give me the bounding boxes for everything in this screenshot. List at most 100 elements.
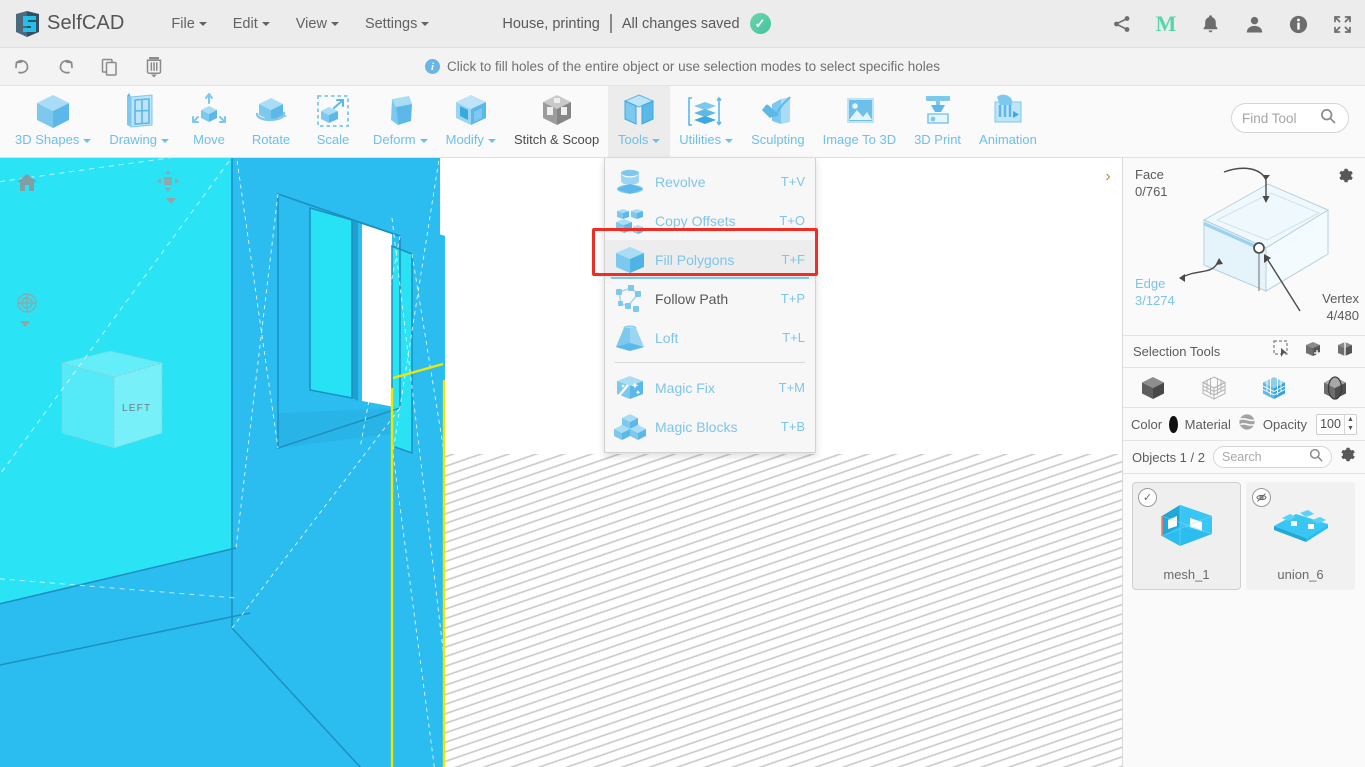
ribbon-drawing[interactable]: Drawing xyxy=(100,86,178,156)
visible-check-icon[interactable]: ✓ xyxy=(1138,488,1157,507)
follow-path-icon xyxy=(613,282,647,316)
view-cube: LEFT xyxy=(60,350,164,449)
face-count-block: Face 0/761 xyxy=(1135,166,1168,200)
find-tool-input[interactable] xyxy=(1242,110,1320,126)
selfcad-logo-icon xyxy=(14,10,41,38)
viewport-canvas[interactable]: LEFT Y X Z xyxy=(0,158,1122,767)
ribbon-scale[interactable]: Scale xyxy=(302,86,364,156)
menu-item-magic-blocks[interactable]: Magic Blocks T+B xyxy=(605,407,815,446)
ribbon-tools[interactable]: Tools xyxy=(608,86,671,157)
menu-item-follow-path[interactable]: Follow Path T+P xyxy=(605,279,815,318)
document-title[interactable]: House, printing xyxy=(502,16,600,32)
search-icon[interactable] xyxy=(1309,448,1323,467)
menu-item-loft[interactable]: Loft T+L xyxy=(605,318,815,357)
right-panel: Face 0/761 Edge 3/1274 Vertex 4/480 Sele… xyxy=(1122,158,1365,767)
ribbon-modify[interactable]: Modify xyxy=(437,86,505,156)
info-icon[interactable] xyxy=(1287,13,1309,35)
main-menu: File Edit View Settings xyxy=(158,10,442,38)
find-tool-box[interactable] xyxy=(1231,103,1349,133)
orbit-view-icon[interactable] xyxy=(16,292,38,319)
box-select-icon[interactable] xyxy=(1304,340,1323,363)
ribbon-stitch-scoop-label: Stitch & Scoop xyxy=(513,132,600,147)
ribbon-tools-label: Tools xyxy=(618,132,649,147)
tools-icon xyxy=(618,91,660,131)
ribbon-3d-shapes[interactable]: 3D Shapes xyxy=(6,86,100,156)
face-count: 0/761 xyxy=(1135,184,1168,199)
menu-view-label: View xyxy=(295,15,327,32)
menu-file[interactable]: File xyxy=(158,10,219,38)
opacity-decrease-button[interactable]: ▼ xyxy=(1345,424,1356,434)
menu-item-fill-polygons[interactable]: Fill Polygons T+F xyxy=(605,240,815,279)
pan-dropdown-caret[interactable] xyxy=(166,198,176,204)
face-label: Face xyxy=(1135,167,1164,182)
menu-item-follow-path-shortcut: T+P xyxy=(780,291,805,306)
rectangle-select-icon[interactable] xyxy=(1273,340,1291,363)
image-to-3d-icon xyxy=(838,91,880,131)
face-mode-icon[interactable] xyxy=(1259,374,1289,402)
loft-icon xyxy=(613,321,647,355)
opacity-stepper[interactable]: ▲ ▼ xyxy=(1316,413,1357,435)
document-status: House, printing All changes saved ✓ xyxy=(502,13,771,34)
ribbon-image-to-3d[interactable]: Image To 3D xyxy=(814,86,905,156)
edge-mode-icon[interactable] xyxy=(1320,374,1350,402)
ribbon-rotate-label: Rotate xyxy=(251,132,291,147)
animation-icon xyxy=(987,91,1029,131)
fullscreen-icon[interactable] xyxy=(1331,13,1353,35)
ribbon-utilities[interactable]: Utilities xyxy=(670,86,742,156)
menu-item-magic-blocks-shortcut: T+B xyxy=(780,419,805,434)
opacity-input[interactable] xyxy=(1317,417,1344,431)
object-name-union-6: union_6 xyxy=(1277,567,1324,582)
notifications-bell-icon[interactable] xyxy=(1199,13,1221,35)
share-icon[interactable] xyxy=(1111,13,1133,35)
objects-search-box[interactable] xyxy=(1212,446,1332,468)
modify-icon xyxy=(450,91,492,131)
panel-collapse-button[interactable]: › xyxy=(1097,160,1119,194)
ribbon-3d-print[interactable]: 3D Print xyxy=(905,86,970,156)
opacity-spinner[interactable]: ▲ ▼ xyxy=(1344,414,1356,434)
brand-logo[interactable]: SelfCAD xyxy=(14,10,124,38)
fill-polygons-icon xyxy=(613,243,647,277)
ribbon-stitch-scoop[interactable]: Stitch & Scoop xyxy=(505,86,608,156)
chevron-right-icon: › xyxy=(1105,168,1111,185)
gear-icon[interactable] xyxy=(1338,168,1354,189)
membership-m-icon[interactable]: M xyxy=(1155,13,1177,35)
color-label: Color xyxy=(1131,416,1163,432)
magic-blocks-icon xyxy=(613,410,647,444)
ribbon-move[interactable]: Move xyxy=(178,86,240,156)
menu-item-revolve[interactable]: Revolve T+V xyxy=(605,162,815,201)
opacity-increase-button[interactable]: ▲ xyxy=(1345,415,1356,425)
objects-search-input[interactable] xyxy=(1221,450,1309,464)
menu-item-magic-fix[interactable]: Magic Fix T+M xyxy=(605,368,815,407)
object-name-mesh-1: mesh_1 xyxy=(1163,567,1210,582)
vertex-mode-icon[interactable] xyxy=(1199,374,1229,402)
material-sphere-icon[interactable] xyxy=(1238,413,1256,436)
object-mode-icon[interactable] xyxy=(1138,374,1168,402)
menu-edit[interactable]: Edit xyxy=(220,10,283,38)
ribbon-deform[interactable]: Deform xyxy=(364,86,437,156)
ribbon-sculpting[interactable]: Sculpting xyxy=(742,86,813,156)
tools-dropdown-menu[interactable]: Revolve T+V Copy Offsets T+O Fill Polygo… xyxy=(604,158,816,453)
3d-viewport[interactable]: LEFT Y X Z xyxy=(0,158,1122,767)
object-card-union-6[interactable]: union_6 xyxy=(1246,482,1355,590)
objects-settings-gear-icon[interactable] xyxy=(1340,447,1356,468)
ribbon-rotate[interactable]: Rotate xyxy=(240,86,302,156)
material-label: Material xyxy=(1184,416,1231,432)
menu-file-label: File xyxy=(171,15,195,32)
menu-item-copy-offsets[interactable]: Copy Offsets T+O xyxy=(605,201,815,240)
object-card-mesh-1[interactable]: ✓ mesh_1 xyxy=(1132,482,1241,590)
menu-view[interactable]: View xyxy=(283,10,352,38)
through-select-icon[interactable] xyxy=(1336,340,1355,363)
user-account-icon[interactable] xyxy=(1243,13,1265,35)
ribbon-animation[interactable]: Animation xyxy=(970,86,1046,156)
search-icon[interactable] xyxy=(1320,108,1336,129)
home-view-icon[interactable] xyxy=(16,172,38,197)
orbit-dropdown-caret[interactable] xyxy=(20,321,30,327)
menu-item-copy-offsets-shortcut: T+O xyxy=(779,213,805,228)
utilities-icon xyxy=(685,91,727,131)
ribbon-animation-label: Animation xyxy=(979,132,1037,147)
hidden-eye-icon[interactable] xyxy=(1252,488,1271,507)
menu-settings[interactable]: Settings xyxy=(352,10,442,38)
info-icon: i xyxy=(425,59,440,74)
color-swatch[interactable] xyxy=(1169,415,1178,433)
pan-view-icon[interactable] xyxy=(157,170,179,197)
